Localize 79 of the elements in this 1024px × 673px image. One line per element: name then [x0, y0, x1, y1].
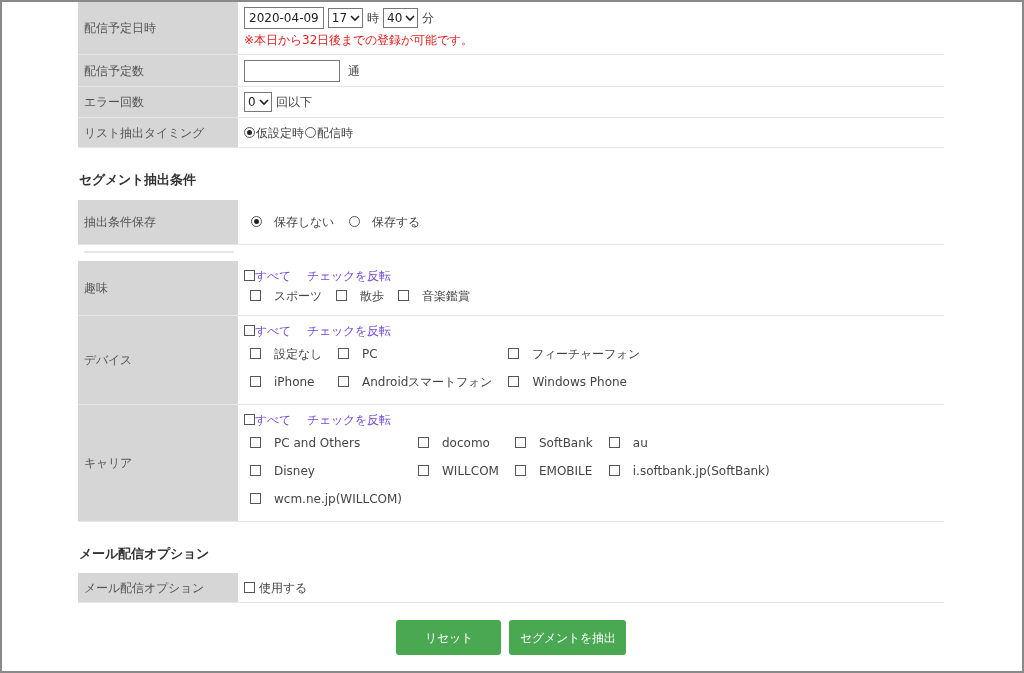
option-label: i.softbank.jp(SoftBank)	[632, 462, 770, 480]
option-label: docomo	[442, 434, 490, 452]
option-label: SoftBank	[538, 434, 593, 452]
option-label: 散歩	[360, 287, 384, 305]
option-label: Windows Phone	[532, 373, 627, 391]
option-label: スポーツ	[274, 287, 322, 305]
radio-button[interactable]	[349, 216, 360, 227]
checkbox[interactable]	[418, 465, 429, 476]
checkbox[interactable]	[244, 325, 255, 336]
option-label: 設定なし	[274, 345, 322, 363]
checkbox[interactable]	[508, 376, 520, 387]
radio-button[interactable]	[251, 216, 262, 227]
option-label: EMOBILE	[538, 462, 593, 480]
checkbox[interactable]	[338, 376, 349, 387]
date-field[interactable]: 2020-04-09	[244, 7, 324, 29]
checkbox[interactable]	[398, 290, 409, 301]
radio-button[interactable]	[244, 127, 255, 138]
option-label: 仮設定時	[256, 124, 304, 142]
option-label: 配信時	[317, 124, 353, 142]
option-label: WILLCOM	[442, 462, 499, 480]
checkbox[interactable]	[608, 437, 620, 448]
option-label: 音楽鑑賞	[422, 287, 470, 305]
checkbox[interactable]	[514, 437, 526, 448]
invert-check-link[interactable]: チェックを反転	[307, 321, 391, 340]
dropdown[interactable]: 0	[244, 92, 272, 112]
checkbox[interactable]	[608, 465, 620, 476]
option-label: 使用する	[259, 579, 307, 597]
field-label: 抽出条件保存	[78, 199, 238, 244]
unit-label: 通	[348, 62, 360, 80]
checkbox[interactable]	[514, 465, 526, 476]
caret-icon	[350, 14, 361, 22]
dropdown[interactable]: 17	[327, 8, 364, 28]
option-label: au	[632, 434, 648, 452]
unit-label: 回以下	[275, 94, 312, 111]
checkbox[interactable]	[250, 376, 261, 387]
option-label: 保存しない	[274, 213, 334, 231]
notice-text: ※本日から32日後までの登録が可能です。	[244, 32, 475, 49]
field-label: 趣味	[78, 260, 238, 315]
radio-button[interactable]	[305, 127, 316, 138]
number-field[interactable]	[244, 59, 340, 82]
option-label: PC	[362, 345, 378, 363]
checkbox[interactable]	[338, 348, 349, 359]
checkbox[interactable]	[244, 414, 255, 425]
checkbox[interactable]	[250, 290, 261, 301]
option-label: iPhone	[274, 373, 315, 391]
option-label: PC and Others	[274, 434, 361, 452]
select-all-link[interactable]: すべて	[255, 266, 291, 285]
option-label: wcm.ne.jp(WILLCOM)	[274, 490, 402, 508]
section-heading: メール配信オプション	[78, 544, 210, 563]
invert-check-link[interactable]: チェックを反転	[307, 266, 391, 285]
checkbox[interactable]	[244, 270, 255, 281]
unit-label: 時	[367, 10, 380, 27]
checkbox[interactable]	[250, 437, 261, 448]
checkbox[interactable]	[250, 348, 261, 359]
field-label: 配信予定日時	[78, 2, 238, 54]
field-label: エラー回数	[78, 87, 238, 117]
checkbox[interactable]	[250, 493, 261, 504]
dropdown[interactable]: 40	[383, 8, 419, 28]
select-all-link[interactable]: すべて	[255, 321, 291, 340]
field-label: キャリア	[78, 404, 238, 521]
field-label: 配信予定数	[78, 55, 238, 86]
field-label: デバイス	[78, 315, 238, 404]
checkbox[interactable]	[508, 348, 520, 359]
checkbox[interactable]	[418, 437, 429, 448]
option-label: Disney	[274, 462, 315, 480]
option-label: Androidスマートフォン	[362, 373, 493, 391]
checkbox[interactable]	[244, 582, 255, 593]
section-heading: セグメント抽出条件	[78, 171, 197, 189]
invert-check-link[interactable]: チェックを反転	[307, 410, 391, 429]
caret-icon	[405, 14, 416, 22]
option-label: 保存する	[372, 213, 420, 231]
field-label: リスト抽出タイミング	[78, 118, 238, 147]
checkbox[interactable]	[336, 290, 347, 301]
field-label: メール配信オプション	[78, 573, 238, 602]
checkbox[interactable]	[250, 465, 261, 476]
option-label: フィーチャーフォン	[532, 345, 641, 363]
unit-label: 分	[422, 10, 435, 27]
select-all-link[interactable]: すべて	[255, 410, 291, 429]
caret-icon	[258, 98, 269, 106]
